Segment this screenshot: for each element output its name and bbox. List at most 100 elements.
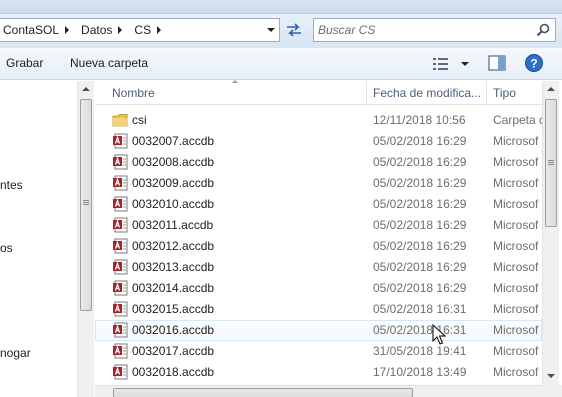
breadcrumb-separator-icon[interactable] bbox=[65, 26, 70, 34]
access-file-icon bbox=[113, 238, 128, 254]
command-toolbar: Grabar Nueva carpeta ? bbox=[0, 48, 562, 80]
file-type: Microsof bbox=[493, 218, 539, 232]
breadcrumb-separator-icon[interactable] bbox=[118, 26, 123, 34]
file-row[interactable]: 0032013.accdb 05/02/2018 16:29 Microsof bbox=[95, 257, 542, 278]
refresh-button[interactable] bbox=[282, 18, 306, 42]
scrollbar-thumb[interactable] bbox=[113, 388, 413, 397]
column-header-date[interactable]: Fecha de modifica... bbox=[373, 86, 481, 100]
new-folder-button[interactable]: Nueva carpeta bbox=[70, 56, 148, 70]
address-bar[interactable]: ContaSOL Datos CS bbox=[0, 18, 280, 42]
file-row[interactable]: 0032018.accdb 17/10/2018 13:49 Microsof bbox=[95, 362, 542, 383]
file-name: 0032013.accdb bbox=[132, 260, 215, 274]
file-name: 0032015.accdb bbox=[132, 302, 215, 316]
preview-pane-icon[interactable] bbox=[488, 55, 506, 71]
grip-line bbox=[548, 164, 554, 165]
column-header-name[interactable]: Nombre bbox=[112, 86, 155, 100]
file-type: Carpeta d bbox=[493, 113, 542, 127]
file-date: 05/02/2018 16:31 bbox=[373, 302, 467, 316]
breadcrumb-label: CS bbox=[134, 23, 152, 37]
sort-ascending-icon bbox=[232, 80, 238, 83]
nav-item[interactable]: nogar bbox=[0, 346, 31, 360]
file-row[interactable]: 0032017.accdb 31/05/2018 19:41 Microsof bbox=[95, 341, 542, 362]
breadcrumb-cs[interactable]: CS bbox=[131, 19, 170, 41]
file-name: 0032009.accdb bbox=[132, 176, 215, 190]
help-icon[interactable]: ? bbox=[524, 53, 544, 73]
file-type: Microsof bbox=[493, 365, 539, 379]
search-icon[interactable] bbox=[535, 22, 551, 38]
column-divider[interactable] bbox=[366, 81, 367, 105]
file-name: 0032011.accdb bbox=[132, 218, 214, 232]
column-divider[interactable] bbox=[486, 81, 487, 105]
file-date: 05/02/2018 16:29 bbox=[373, 155, 467, 169]
file-row[interactable]: 0032010.accdb 05/02/2018 16:29 Microsof bbox=[95, 194, 542, 215]
file-name: 0032016.accdb bbox=[132, 323, 215, 337]
access-file-icon bbox=[113, 154, 128, 170]
mouse-cursor-icon bbox=[432, 324, 446, 345]
change-view-button[interactable] bbox=[432, 56, 472, 72]
breadcrumb-label: Datos bbox=[81, 23, 113, 37]
refresh-icon bbox=[287, 23, 301, 37]
file-row[interactable]: 0032008.accdb 05/02/2018 16:29 Microsof bbox=[95, 152, 542, 173]
file-row[interactable]: 0032009.accdb 05/02/2018 16:29 Microsof bbox=[95, 173, 542, 194]
file-type: Microsof bbox=[493, 260, 539, 274]
file-row[interactable]: 0032015.accdb 05/02/2018 16:31 Microsof bbox=[95, 299, 542, 320]
file-row[interactable]: 0032014.accdb 05/02/2018 16:29 Microsof bbox=[95, 278, 542, 299]
file-row[interactable]: 0032011.accdb 05/02/2018 16:29 Microsof bbox=[95, 215, 542, 236]
access-file-icon bbox=[113, 280, 128, 296]
nav-item[interactable]: os bbox=[0, 241, 13, 255]
navigation-scrollbar[interactable] bbox=[77, 81, 94, 397]
breadcrumb-datos[interactable]: Datos bbox=[78, 19, 131, 41]
grip-line bbox=[83, 204, 89, 205]
file-type: Microsof bbox=[493, 155, 539, 169]
horizontal-scrollbar[interactable] bbox=[95, 385, 542, 397]
file-date: 12/11/2018 10:56 bbox=[373, 113, 466, 127]
file-name: 0032018.accdb bbox=[132, 365, 215, 379]
file-date: 05/02/2018 16:29 bbox=[373, 176, 467, 190]
column-header-type[interactable]: Tipo bbox=[493, 86, 516, 100]
search-box[interactable] bbox=[313, 18, 556, 42]
column-header-row: Nombre Fecha de modifica... Tipo bbox=[95, 80, 542, 105]
file-list: Nombre Fecha de modifica... Tipo csi 12/1… bbox=[95, 80, 542, 397]
file-row[interactable]: 0032012.accdb 05/02/2018 16:29 Microsof bbox=[95, 236, 542, 257]
access-file-icon bbox=[113, 343, 128, 359]
search-input[interactable] bbox=[318, 22, 528, 38]
file-type: Microsof bbox=[493, 281, 539, 295]
scrollbar-thumb[interactable] bbox=[545, 99, 557, 227]
file-name: 0032014.accdb bbox=[132, 281, 215, 295]
scroll-up-icon[interactable] bbox=[82, 87, 90, 91]
file-name: 0032012.accdb bbox=[132, 239, 215, 253]
file-date: 05/02/2018 16:31 bbox=[373, 323, 467, 337]
scrollbar-thumb[interactable] bbox=[80, 99, 92, 311]
file-date: 31/05/2018 19:41 bbox=[373, 344, 467, 358]
file-type: Microsof bbox=[493, 344, 539, 358]
nav-item[interactable]: ntes bbox=[0, 178, 23, 192]
grip-line bbox=[548, 160, 554, 161]
access-file-icon bbox=[113, 301, 128, 317]
file-date: 05/02/2018 16:29 bbox=[373, 239, 467, 253]
grip-line bbox=[83, 202, 89, 203]
grip-line bbox=[548, 162, 554, 163]
file-row[interactable]: 0032016.accdb 05/02/2018 16:31 Microsof bbox=[95, 320, 542, 341]
file-list-scrollbar[interactable] bbox=[542, 81, 559, 385]
file-name: 0032010.accdb bbox=[132, 197, 215, 211]
access-file-icon bbox=[113, 259, 128, 275]
address-dropdown-icon[interactable] bbox=[263, 19, 279, 41]
file-name: csi bbox=[132, 113, 147, 127]
file-date: 05/02/2018 16:29 bbox=[373, 260, 467, 274]
breadcrumb-separator-icon[interactable] bbox=[157, 26, 162, 34]
file-row[interactable]: 0032007.accdb 05/02/2018 16:29 Microsof bbox=[95, 131, 542, 152]
svg-text:?: ? bbox=[530, 57, 537, 71]
folder-icon bbox=[112, 114, 128, 127]
breadcrumb-contasol[interactable]: ContaSOL bbox=[0, 19, 78, 41]
grabar-button[interactable]: Grabar bbox=[6, 56, 43, 70]
file-date: 05/02/2018 16:29 bbox=[373, 218, 467, 232]
access-file-icon bbox=[113, 133, 128, 149]
breadcrumb-label: ContaSOL bbox=[3, 23, 60, 37]
file-name: 0032017.accdb bbox=[132, 344, 215, 358]
scroll-down-icon[interactable] bbox=[547, 374, 555, 378]
folder-row[interactable]: csi 12/11/2018 10:56 Carpeta d bbox=[95, 110, 542, 131]
scroll-up-icon[interactable] bbox=[547, 87, 555, 91]
access-file-icon bbox=[113, 217, 128, 233]
file-name: 0032007.accdb bbox=[132, 134, 215, 148]
file-type: Microsof bbox=[493, 176, 539, 190]
